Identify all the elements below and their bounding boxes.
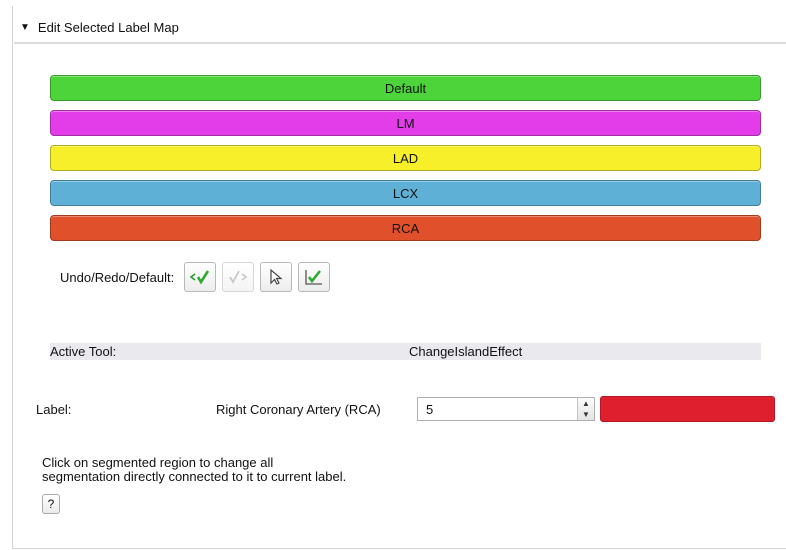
spinbox-arrows[interactable]: ▲ ▼: [577, 398, 594, 420]
help-text-line-2: segmentation directly connected to it to…: [42, 469, 347, 484]
label-field-label: Label:: [36, 402, 72, 417]
active-tool-bar: Active Tool: ChangeIslandEffect: [50, 343, 761, 360]
undo-icon: [189, 270, 210, 285]
undo-button[interactable]: [184, 262, 217, 292]
section-title: Edit Selected Label Map: [37, 20, 179, 35]
undo-redo-label: Undo/Redo/Default:: [60, 269, 175, 285]
label-value-spinbox[interactable]: 5 ▲ ▼: [417, 397, 595, 421]
paint-check-icon: [305, 270, 323, 285]
label-button-lm[interactable]: LM: [50, 110, 761, 136]
active-tool-label: Active Tool:: [50, 344, 117, 359]
label-value: 5: [426, 402, 434, 417]
label-button-default[interactable]: Default: [50, 75, 761, 101]
redo-icon: [229, 270, 248, 284]
label-name: Right Coronary Artery (RCA): [216, 402, 381, 417]
label-button-lad[interactable]: LAD: [50, 145, 761, 171]
pointer-arrow-icon: [270, 268, 283, 285]
default-tool-button[interactable]: [260, 262, 293, 292]
spin-up-icon[interactable]: ▲: [578, 398, 594, 409]
section-header[interactable]: ▼ Edit Selected Label Map: [20, 20, 179, 35]
collapse-triangle-icon[interactable]: ▼: [20, 22, 30, 33]
header-divider: [14, 42, 786, 44]
spin-down-icon[interactable]: ▼: [578, 409, 594, 420]
label-color-swatch[interactable]: [600, 396, 775, 422]
label-button-lcx[interactable]: LCX: [50, 180, 761, 206]
label-row: Label: Right Coronary Artery (RCA) 5 ▲ ▼: [0, 396, 786, 424]
help-text: Click on segmented region to change all …: [42, 456, 346, 484]
redo-button[interactable]: [222, 262, 255, 292]
help-button[interactable]: ?: [42, 494, 60, 514]
active-tool-value: ChangeIslandEffect: [409, 344, 523, 359]
label-button-rca[interactable]: RCA: [50, 215, 761, 241]
help-text-line-1: Click on segmented region to change all: [42, 455, 274, 470]
undo-redo-toolbar: Undo/Redo/Default:: [60, 262, 336, 292]
default-label-button[interactable]: [298, 262, 331, 292]
